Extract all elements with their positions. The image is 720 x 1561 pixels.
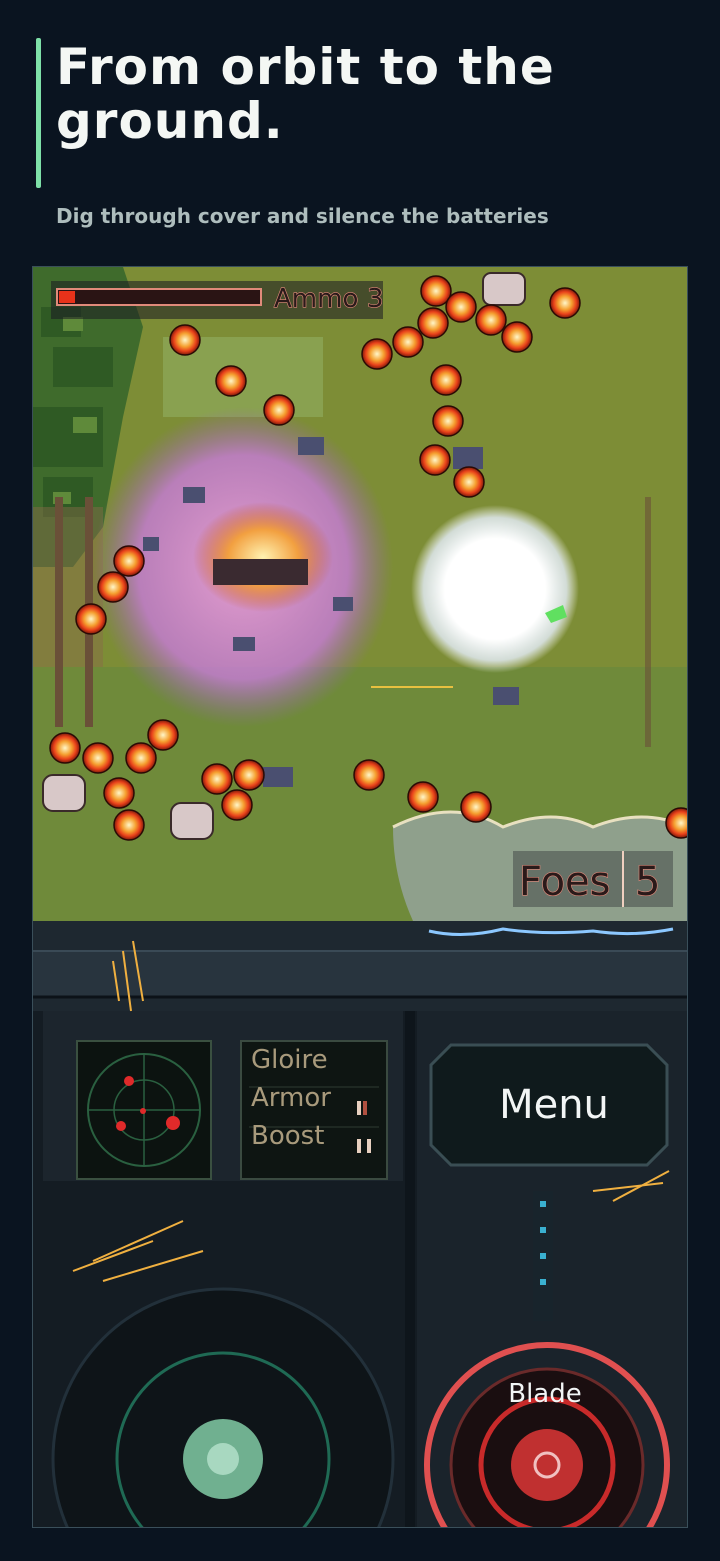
foes-count: 5	[635, 859, 660, 905]
boost-label: Boost	[251, 1121, 325, 1151]
field-scene: Ammo 3 Foes 5	[33, 267, 687, 921]
status-name: Gloire	[251, 1045, 328, 1075]
headline: From orbit to the ground.	[56, 38, 555, 150]
blade-label: Blade	[508, 1379, 582, 1409]
joystick-area[interactable]	[53, 1289, 393, 1527]
subhead: Dig through cover and silence the batter…	[56, 204, 549, 228]
ammo-label: Ammo	[274, 284, 358, 314]
header: From orbit to the ground. Dig through co…	[0, 0, 720, 268]
armor-label: Armor	[251, 1083, 331, 1113]
radar-display	[76, 1040, 212, 1180]
game-field[interactable]: Ammo 3 Foes 5	[33, 267, 687, 921]
menu-button[interactable]: Menu	[441, 1045, 667, 1165]
game-screenshot: Ammo 3 Foes 5 Gloire Armor Boost Menu Bl…	[32, 266, 688, 1528]
accent-bar	[36, 38, 41, 188]
blade-button[interactable]	[427, 1345, 667, 1527]
cockpit-panel: Gloire Armor Boost Menu Blade	[33, 921, 687, 1527]
menu-button-label: Menu	[499, 1082, 609, 1128]
foes-label: Foes	[519, 859, 611, 905]
ammo-count: 3	[367, 284, 384, 314]
